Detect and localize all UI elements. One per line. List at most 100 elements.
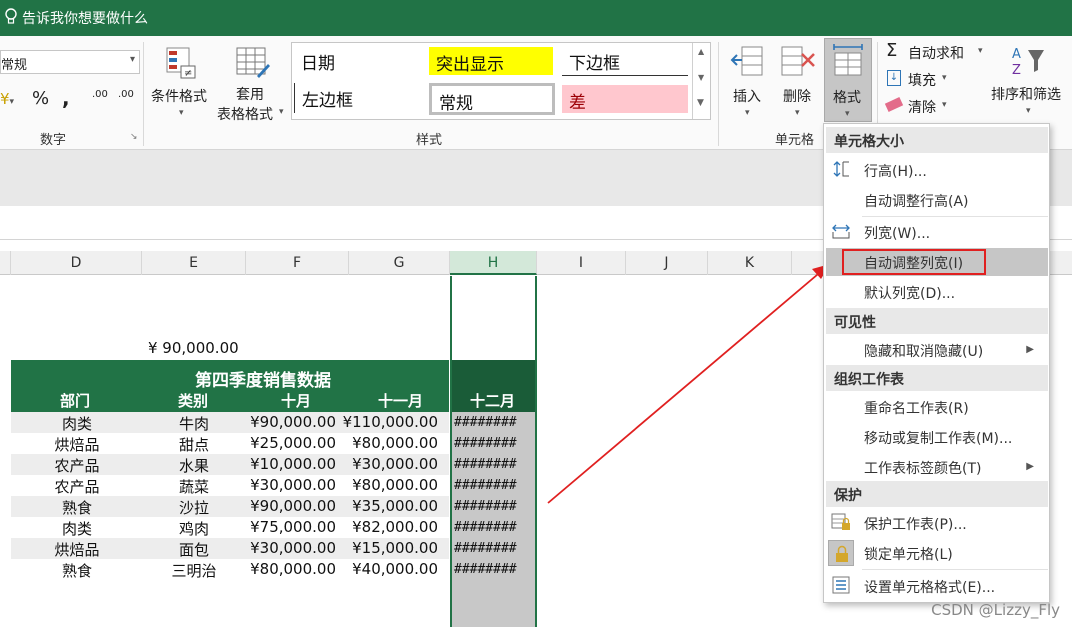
table-cell[interactable]: ¥15,000.00 — [338, 539, 438, 557]
table-cell[interactable]: 水果 — [154, 455, 234, 476]
menu-item-tab-color[interactable]: 工作表标签颜色(T) ▶ — [826, 453, 1048, 481]
cell-styles-gallery[interactable]: 日期 突出显示 下边框 左边框 常规 差 ▲ ▼ ▼ — [291, 42, 711, 120]
menu-item-format-cells[interactable]: 设置单元格格式(E)... — [826, 572, 1048, 600]
fill-button[interactable]: ↓ 填充 ▾ — [886, 69, 966, 91]
table-cell[interactable]: ¥110,000.00 — [338, 413, 438, 431]
table-cell[interactable]: 牛肉 — [154, 413, 234, 434]
col-header-d[interactable]: D — [11, 251, 142, 275]
insert-button[interactable]: 插入 ▾ — [726, 44, 770, 124]
clear-button[interactable]: 清除 ▾ — [884, 96, 966, 118]
table-cell[interactable]: ¥75,000.00 — [236, 518, 336, 536]
autosum-button[interactable]: Σ 自动求和 ▾ — [886, 40, 990, 64]
table-cell[interactable]: 甜点 — [154, 434, 234, 455]
table-cell[interactable]: ¥82,000.00 — [338, 518, 438, 536]
tell-me-text: 告诉我你想要做什么 — [22, 11, 148, 27]
scroll-up-icon[interactable]: ▲ — [698, 47, 704, 56]
number-format-select[interactable]: 常规 ▾ — [0, 50, 140, 74]
table-cell[interactable]: ######## — [454, 478, 517, 493]
table-cell[interactable]: ¥90,000.00 — [236, 497, 336, 515]
table-cell[interactable]: ######## — [454, 562, 517, 577]
row-height-label: 行高(H)... — [864, 164, 927, 180]
style-highlight[interactable]: 突出显示 — [429, 47, 553, 75]
conditional-format-icon: ≠ — [166, 47, 196, 79]
sort-filter-button[interactable]: A Z 排序和筛选 ▾ — [990, 42, 1070, 124]
style-bottom-border[interactable]: 下边框 — [562, 46, 688, 76]
table-cell[interactable]: ¥30,000.00 — [338, 455, 438, 473]
table-cell[interactable]: ¥30,000.00 — [236, 539, 336, 557]
table-cell[interactable]: ¥30,000.00 — [236, 476, 336, 494]
menu-item-rename[interactable]: 重命名工作表(R) — [826, 393, 1048, 421]
table-cell[interactable]: 肉类 — [37, 518, 117, 539]
menu-item-default-width[interactable]: 默认列宽(D)... — [826, 278, 1048, 306]
table-cell[interactable]: ¥80,000.00 — [236, 560, 336, 578]
table-cell[interactable]: 烘焙品 — [37, 434, 117, 455]
col-header-h[interactable]: H — [450, 251, 537, 275]
percent-button[interactable]: % — [32, 88, 49, 109]
delete-cells-icon — [781, 46, 815, 76]
table-cell[interactable]: ¥80,000.00 — [338, 434, 438, 452]
table-cell[interactable]: ¥80,000.00 — [338, 476, 438, 494]
style-left-border[interactable]: 左边框 — [294, 83, 422, 113]
menu-separator — [862, 569, 1048, 570]
col-header-f[interactable]: F — [246, 251, 349, 275]
menu-item-autofit-row[interactable]: 自动调整行高(A) — [826, 186, 1048, 214]
total-cell[interactable]: ¥ 90,000.00 — [148, 339, 239, 357]
table-cell[interactable]: 烘焙品 — [37, 539, 117, 560]
scroll-down-icon[interactable]: ▼ — [698, 73, 704, 82]
decrease-decimal-button[interactable]: .00 — [118, 90, 134, 100]
style-bad[interactable]: 差 — [562, 85, 688, 113]
col-header-g[interactable]: G — [349, 251, 450, 275]
conditional-format-button[interactable]: ≠ 条件格式 ▾ — [150, 44, 216, 124]
format-button[interactable]: 格式 ▾ — [824, 38, 872, 122]
table-cell[interactable]: 熟食 — [37, 560, 117, 581]
gallery-more-icon[interactable]: ▼ — [697, 98, 704, 108]
lock-icon — [836, 545, 848, 562]
menu-item-col-width[interactable]: 列宽(W)... — [826, 218, 1048, 246]
table-cell[interactable]: ######## — [454, 499, 517, 514]
table-cell[interactable]: ¥10,000.00 — [236, 455, 336, 473]
table-cell[interactable]: 三明治 — [154, 560, 234, 581]
style-normal[interactable]: 常规 — [429, 83, 555, 115]
table-cell[interactable]: ¥35,000.00 — [338, 497, 438, 515]
table-cell[interactable]: 肉类 — [37, 413, 117, 434]
delete-button[interactable]: 删除 ▾ — [776, 44, 820, 124]
increase-decimal-button[interactable]: .00 — [92, 90, 108, 100]
table-cell[interactable]: ######## — [454, 541, 517, 556]
clear-label: 清除 — [908, 100, 936, 116]
table-cell[interactable]: 农产品 — [37, 455, 117, 476]
menu-item-row-height[interactable]: 行高(H)... — [826, 156, 1048, 184]
menu-item-hide-unhide[interactable]: 隐藏和取消隐藏(U) ▶ — [826, 336, 1048, 364]
comma-button[interactable]: , — [62, 86, 70, 110]
table-cell[interactable]: ¥90,000.00 — [236, 413, 336, 431]
style-date[interactable]: 日期 — [294, 46, 422, 76]
menu-item-lock-cell[interactable]: 锁定单元格(L) — [826, 539, 1048, 567]
dialog-launcher-icon[interactable]: ↘ — [130, 132, 138, 142]
table-cell[interactable]: 熟食 — [37, 497, 117, 518]
table-cell[interactable]: ######## — [454, 436, 517, 451]
table-cell[interactable]: ######## — [454, 457, 517, 472]
lock-cell-icon-frame — [828, 540, 854, 566]
number-format-value: 常规 — [1, 58, 28, 73]
table-cell[interactable]: 面包 — [154, 539, 234, 560]
col-width-label: 列宽(W)... — [864, 226, 931, 242]
conditional-format-label: 条件格式 — [151, 89, 207, 105]
section-protect: 保护 — [826, 481, 1048, 507]
format-as-table-button[interactable]: 套用 表格格式 ▾ — [216, 44, 290, 124]
col-header-e[interactable]: E — [142, 251, 246, 275]
table-cell[interactable]: ¥25,000.00 — [236, 434, 336, 452]
table-cell[interactable]: ######## — [454, 520, 517, 535]
menu-item-move-copy[interactable]: 移动或复制工作表(M)... — [826, 423, 1048, 451]
table-format-icon — [236, 47, 270, 78]
table-cell[interactable]: ######## — [454, 415, 517, 430]
table-cell[interactable]: 沙拉 — [154, 497, 234, 518]
tell-me-bar[interactable]: 告诉我你想要做什么 — [0, 0, 1072, 36]
menu-item-protect-sheet[interactable]: 保护工作表(P)... — [826, 509, 1048, 537]
protect-sheet-icon — [831, 513, 850, 530]
table-cell[interactable]: 农产品 — [37, 476, 117, 497]
table-cell[interactable]: ¥40,000.00 — [338, 560, 438, 578]
table-cell[interactable]: 鸡肉 — [154, 518, 234, 539]
table-cell[interactable]: 蔬菜 — [154, 476, 234, 497]
menu-item-autofit-col[interactable]: 自动调整列宽(I) — [826, 248, 1048, 276]
chevron-down-icon: ▾ — [179, 108, 184, 118]
currency-format-button[interactable]: ¥▾ — [0, 90, 14, 108]
